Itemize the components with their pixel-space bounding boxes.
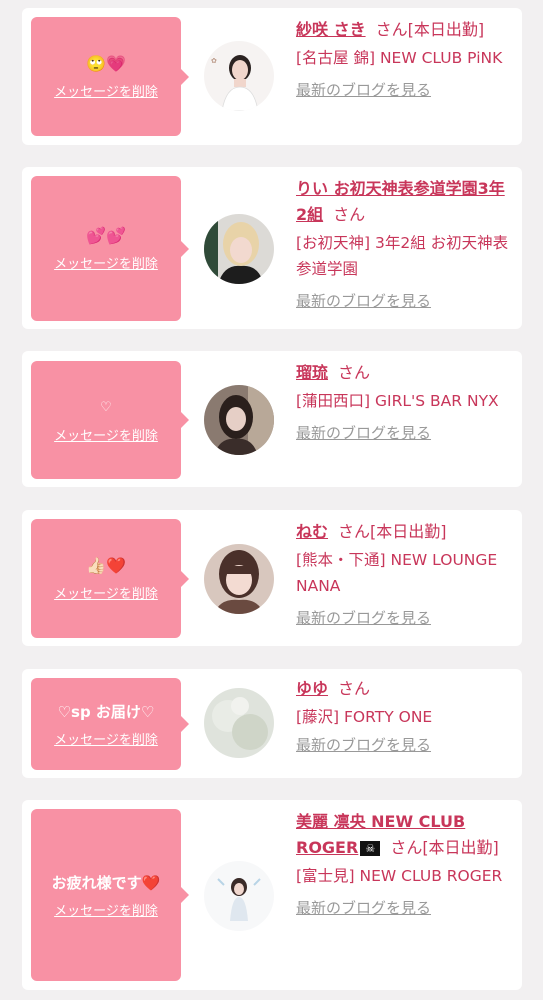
latest-blog-link[interactable]: 最新のブログを見る	[296, 290, 431, 312]
avatar[interactable]	[204, 688, 274, 758]
name-line: 美麗 凛央 NEW CLUB ROGER ☠ さん[本日出勤]	[296, 809, 514, 861]
avatar[interactable]: ✿	[204, 41, 274, 111]
name-suffix: さん[本日出勤]	[375, 20, 485, 39]
item-info: りい お初天神表参道学園3年2組 さん [お初天神] 3年2組 お初天神表参道学園…	[296, 176, 514, 312]
name-line: りい お初天神表参道学園3年2組 さん	[296, 176, 514, 228]
latest-blog-link[interactable]: 最新のブログを見る	[296, 897, 431, 919]
delete-message-link[interactable]: メッセージを削除	[54, 425, 158, 444]
name-line: ゆゆ さん	[296, 676, 514, 702]
message-text: 🙄💗	[86, 54, 126, 73]
shop-name: [お初天神] 3年2組 お初天神表参道学園	[296, 234, 509, 278]
message-bubble: 💕💕 メッセージを削除	[31, 176, 189, 321]
delete-message-link[interactable]: メッセージを削除	[54, 253, 158, 272]
latest-blog-link[interactable]: 最新のブログを見る	[296, 607, 431, 629]
name-suffix: さん	[333, 205, 366, 224]
list-item: 💕💕 メッセージを削除 りい お初天神表参道学園3年2組 さん [お初天神] 3年…	[22, 167, 522, 329]
cast-name-link[interactable]: りい お初天神表参道学園3年2組	[296, 179, 505, 224]
item-info: ゆゆ さん [藤沢] FORTY ONE 最新のブログを見る	[296, 676, 514, 756]
message-text: ♡	[100, 399, 112, 415]
name-suffix: さん[本日出勤]	[338, 522, 447, 541]
item-info: 紗咲 さき さん[本日出勤] [名古屋 錦] NEW CLUB PiNK 最新のブ…	[296, 17, 514, 101]
woman-bangs-avatar	[204, 544, 274, 614]
message-bubble: 🙄💗 メッセージを削除	[31, 17, 189, 136]
woman-dark-hair-avatar	[204, 385, 274, 455]
list-item: 🙄💗 メッセージを削除 ✿ 紗咲 さき さん[本日出勤] [名古屋 錦] NEW …	[22, 8, 522, 145]
delete-message-link[interactable]: メッセージを削除	[54, 729, 158, 748]
name-line: 瑠琉 さん	[296, 360, 514, 386]
latest-blog-link[interactable]: 最新のブログを見る	[296, 422, 431, 444]
shop-name: [熊本・下通] NEW LOUNGE NANA	[296, 551, 498, 595]
message-bubble: ♡sp お届け♡ メッセージを削除	[31, 678, 189, 770]
message-text: ♡sp お届け♡	[57, 702, 155, 721]
cast-name-link[interactable]: 紗咲 さき	[296, 20, 366, 39]
list-item: ♡sp お届け♡ メッセージを削除 ゆゆ さん [藤沢] FORTY ONE 最新…	[22, 669, 522, 778]
name-suffix: さん	[338, 679, 371, 698]
cast-name-link[interactable]: ねむ	[296, 522, 328, 541]
avatar[interactable]	[204, 214, 274, 284]
woman-standing-avatar	[204, 861, 274, 931]
blonde-woman-avatar	[204, 214, 274, 284]
shop-name: [蒲田西口] GIRL'S BAR NYX	[296, 392, 499, 410]
message-text: 💕💕	[86, 226, 126, 245]
item-info: 美麗 凛央 NEW CLUB ROGER ☠ さん[本日出勤] [富士見] NEW …	[296, 809, 514, 919]
item-info: 瑠琉 さん [蒲田西口] GIRL'S BAR NYX 最新のブログを見る	[296, 360, 514, 444]
avatar[interactable]	[204, 385, 274, 455]
avatar[interactable]	[204, 544, 274, 614]
cast-name-link[interactable]: 瑠琉	[296, 363, 328, 382]
pirate-flag-icon: ☠	[360, 841, 381, 856]
list-item: お疲れ様です❤️ メッセージを削除 美麗 凛央 NEW CLUB ROGER ☠ さ…	[22, 800, 522, 990]
name-suffix: さん	[338, 363, 371, 382]
delete-message-link[interactable]: メッセージを削除	[54, 81, 158, 100]
shop-name: [名古屋 錦] NEW CLUB PiNK	[296, 49, 503, 67]
blurred-photo-avatar	[204, 688, 274, 758]
cast-name-link[interactable]: ゆゆ	[296, 679, 328, 698]
list-item: 👍🏻❤️ メッセージを削除 ねむ さん[本日出勤] [熊本・下通] NEW LOU…	[22, 510, 522, 646]
name-suffix: さん[本日出勤]	[390, 838, 499, 857]
name-line: ねむ さん[本日出勤]	[296, 519, 514, 545]
message-bubble: 👍🏻❤️ メッセージを削除	[31, 519, 189, 638]
message-list: 🙄💗 メッセージを削除 ✿ 紗咲 さき さん[本日出勤] [名古屋 錦] NEW …	[0, 0, 543, 1000]
delete-message-link[interactable]: メッセージを削除	[54, 900, 158, 919]
message-text: 👍🏻❤️	[86, 556, 126, 575]
woman-white-top-avatar: ✿	[204, 41, 274, 111]
svg-text:✿: ✿	[211, 57, 217, 65]
latest-blog-link[interactable]: 最新のブログを見る	[296, 79, 431, 101]
message-text: お疲れ様です❤️	[51, 873, 161, 892]
delete-message-link[interactable]: メッセージを削除	[54, 583, 158, 602]
message-bubble: お疲れ様です❤️ メッセージを削除	[31, 809, 189, 981]
item-info: ねむ さん[本日出勤] [熊本・下通] NEW LOUNGE NANA 最新のブロ…	[296, 519, 514, 629]
latest-blog-link[interactable]: 最新のブログを見る	[296, 734, 431, 756]
list-item: ♡ メッセージを削除 瑠琉 さん [蒲田西口] GIRL'S BAR NYX 最新…	[22, 351, 522, 487]
shop-name: [藤沢] FORTY ONE	[296, 708, 433, 726]
avatar[interactable]	[204, 861, 274, 931]
shop-name: [富士見] NEW CLUB ROGER	[296, 867, 503, 885]
message-bubble: ♡ メッセージを削除	[31, 361, 189, 479]
name-line: 紗咲 さき さん[本日出勤]	[296, 17, 514, 43]
